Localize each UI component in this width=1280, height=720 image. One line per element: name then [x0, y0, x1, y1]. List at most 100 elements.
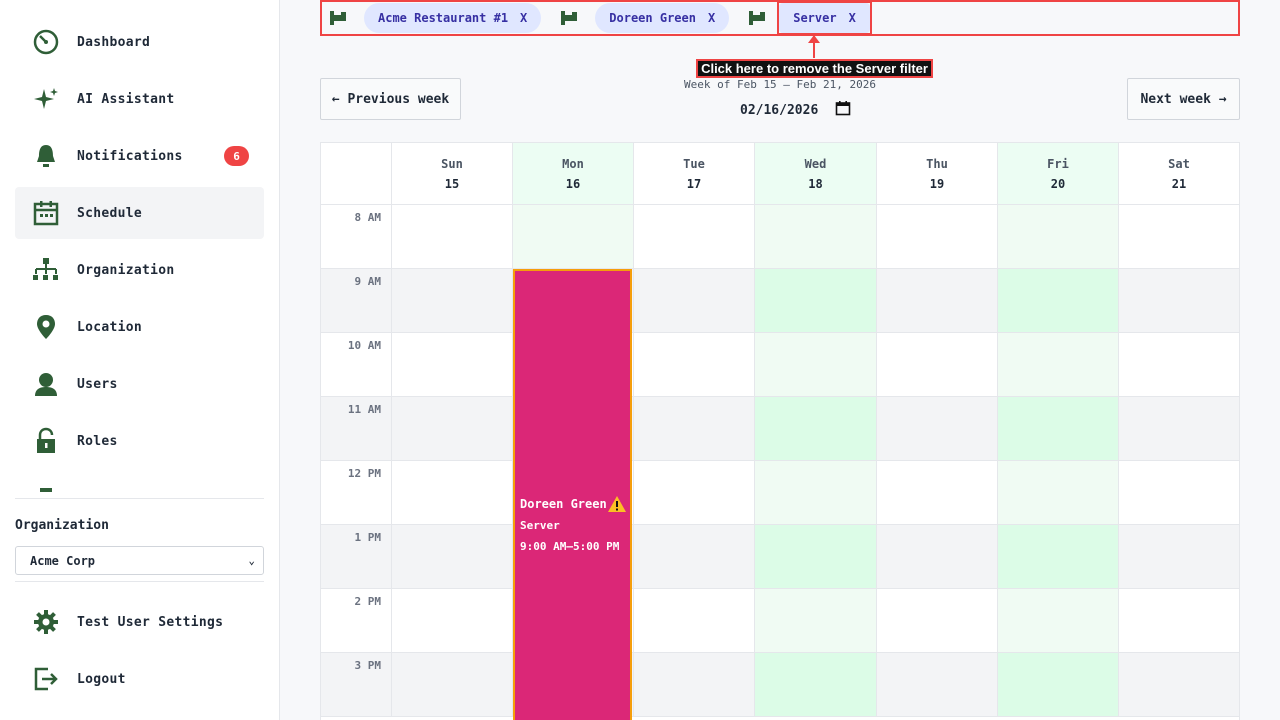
- calendar-slot[interactable]: [997, 653, 1118, 716]
- calendar-slot[interactable]: [633, 589, 754, 652]
- day-number: 19: [929, 176, 945, 191]
- sidebar-item-schedule[interactable]: Schedule: [15, 187, 264, 239]
- organization-select[interactable]: Acme Corp ⌄: [15, 546, 264, 575]
- filter-tag-icon: [328, 8, 350, 28]
- calendar-slot[interactable]: [876, 653, 997, 716]
- sidebar-item-roles[interactable]: Roles: [15, 415, 264, 467]
- calendar-slot[interactable]: [754, 269, 876, 332]
- hour-row: 8 AM: [321, 205, 1239, 269]
- calendar-slot[interactable]: [876, 525, 997, 588]
- calendar-header: Sun 15 Mon 16 Tue 17 Wed 18 Thu 19 Fri 2…: [321, 143, 1239, 205]
- day-header-mon: Mon 16: [512, 143, 633, 204]
- calendar-slot[interactable]: [633, 461, 754, 524]
- calendar-slot[interactable]: [997, 205, 1118, 268]
- logout-icon: [30, 663, 62, 695]
- calendar-slot[interactable]: [391, 269, 512, 332]
- calendar-slot[interactable]: [997, 525, 1118, 588]
- calendar-slot[interactable]: [754, 205, 876, 268]
- day-header-fri: Fri 20: [997, 143, 1118, 204]
- calendar-slot[interactable]: [754, 525, 876, 588]
- server-filter-highlight: Server X: [777, 1, 872, 35]
- chip-label: Acme Restaurant #1: [378, 11, 509, 25]
- test-user-settings-link[interactable]: Test User Settings: [15, 596, 264, 648]
- calendar-slot[interactable]: [633, 653, 754, 716]
- sidebar-item-partial[interactable]: [15, 472, 264, 492]
- calendar-slot[interactable]: [633, 269, 754, 332]
- sidebar-item-label: Logout: [77, 671, 126, 687]
- calendar-slot[interactable]: [754, 333, 876, 396]
- calendar-slot[interactable]: [391, 397, 512, 460]
- calendar-slot[interactable]: [1118, 333, 1239, 396]
- calendar-slot[interactable]: [997, 589, 1118, 652]
- hour-row: 10 AM: [321, 333, 1239, 397]
- calendar-slot[interactable]: [997, 461, 1118, 524]
- calendar-slot[interactable]: [1118, 461, 1239, 524]
- hour-label: 9 AM: [354, 275, 382, 288]
- calendar-slot[interactable]: [512, 205, 633, 268]
- sidebar-nav: Dashboard AI Assistant Notifications 6 S…: [15, 0, 264, 492]
- week-date-input[interactable]: 02/16/2026: [736, 100, 851, 120]
- logout-link[interactable]: Logout: [15, 653, 264, 705]
- calendar-slot[interactable]: [391, 333, 512, 396]
- day-number: 20: [1050, 176, 1066, 191]
- guidance-tooltip: Click here to remove the Server filter: [696, 59, 933, 78]
- calendar-slot[interactable]: [997, 333, 1118, 396]
- calendar-slot[interactable]: [1118, 653, 1239, 716]
- calendar-slot[interactable]: [633, 397, 754, 460]
- hour-label: 2 PM: [354, 595, 382, 608]
- sidebar-item-dashboard[interactable]: Dashboard: [15, 16, 264, 68]
- calendar-slot[interactable]: [997, 269, 1118, 332]
- location-pin-icon: [30, 311, 62, 343]
- day-header-tue: Tue 17: [633, 143, 754, 204]
- calendar-slot[interactable]: [876, 589, 997, 652]
- calendar-slot[interactable]: [876, 205, 997, 268]
- calendar-slot[interactable]: [1118, 397, 1239, 460]
- calendar-slot[interactable]: [754, 461, 876, 524]
- calendar-slot[interactable]: [754, 589, 876, 652]
- lock-icon: [30, 425, 62, 457]
- calendar-slot[interactable]: [391, 461, 512, 524]
- calendar-slot[interactable]: [876, 269, 997, 332]
- calendar-slot[interactable]: [391, 205, 512, 268]
- calendar-slot[interactable]: [754, 397, 876, 460]
- sidebar-item-location[interactable]: Location: [15, 301, 264, 353]
- role-filter-chip: Server X: [779, 3, 870, 33]
- calendar-slot[interactable]: [1118, 525, 1239, 588]
- calendar-slot[interactable]: [1118, 205, 1239, 268]
- org-chart-icon: [30, 254, 62, 286]
- sidebar-item-users[interactable]: Users: [15, 358, 264, 410]
- organization-select-value: Acme Corp: [30, 553, 96, 568]
- calendar-slot[interactable]: [633, 525, 754, 588]
- tooltip-arrowhead: [808, 35, 820, 43]
- calendar-slot[interactable]: [1118, 589, 1239, 652]
- calendar-slot[interactable]: [1118, 269, 1239, 332]
- remove-location-filter-button[interactable]: X: [520, 11, 527, 25]
- calendar-slot[interactable]: [391, 653, 512, 716]
- day-name: Wed: [804, 156, 827, 171]
- previous-week-button[interactable]: ← Previous week: [320, 78, 461, 120]
- day-number: 18: [808, 176, 823, 191]
- sidebar-item-label: Schedule: [77, 205, 143, 221]
- shift-time: 9:00 AM–5:00 PM: [520, 540, 620, 553]
- calendar-slot[interactable]: [391, 525, 512, 588]
- sidebar-item-notifications[interactable]: Notifications 6: [15, 130, 264, 182]
- warning-icon: [608, 496, 626, 512]
- calendar-slot[interactable]: [876, 397, 997, 460]
- calendar-slot[interactable]: [997, 397, 1118, 460]
- week-range-label: Week of Feb 15 – Feb 21, 2026: [683, 78, 877, 91]
- shift-block[interactable]: Doreen Green Server 9:00 AM–5:00 PM: [513, 269, 632, 720]
- remove-user-filter-button[interactable]: X: [708, 11, 715, 25]
- day-number: 17: [686, 176, 702, 191]
- calendar-slot[interactable]: [633, 333, 754, 396]
- next-week-button[interactable]: Next week →: [1127, 78, 1240, 120]
- hour-row: 2 PM: [321, 589, 1239, 653]
- calendar-slot[interactable]: [876, 333, 997, 396]
- calendar-slot[interactable]: [633, 205, 754, 268]
- calendar-slot[interactable]: [876, 461, 997, 524]
- sidebar-item-organization[interactable]: Organization: [15, 244, 264, 296]
- sidebar-item-ai-assistant[interactable]: AI Assistant: [15, 73, 264, 125]
- calendar-slot[interactable]: [391, 589, 512, 652]
- calendar-slot[interactable]: [754, 653, 876, 716]
- calendar-picker-icon[interactable]: [835, 100, 851, 120]
- remove-server-filter-button[interactable]: X: [849, 11, 856, 25]
